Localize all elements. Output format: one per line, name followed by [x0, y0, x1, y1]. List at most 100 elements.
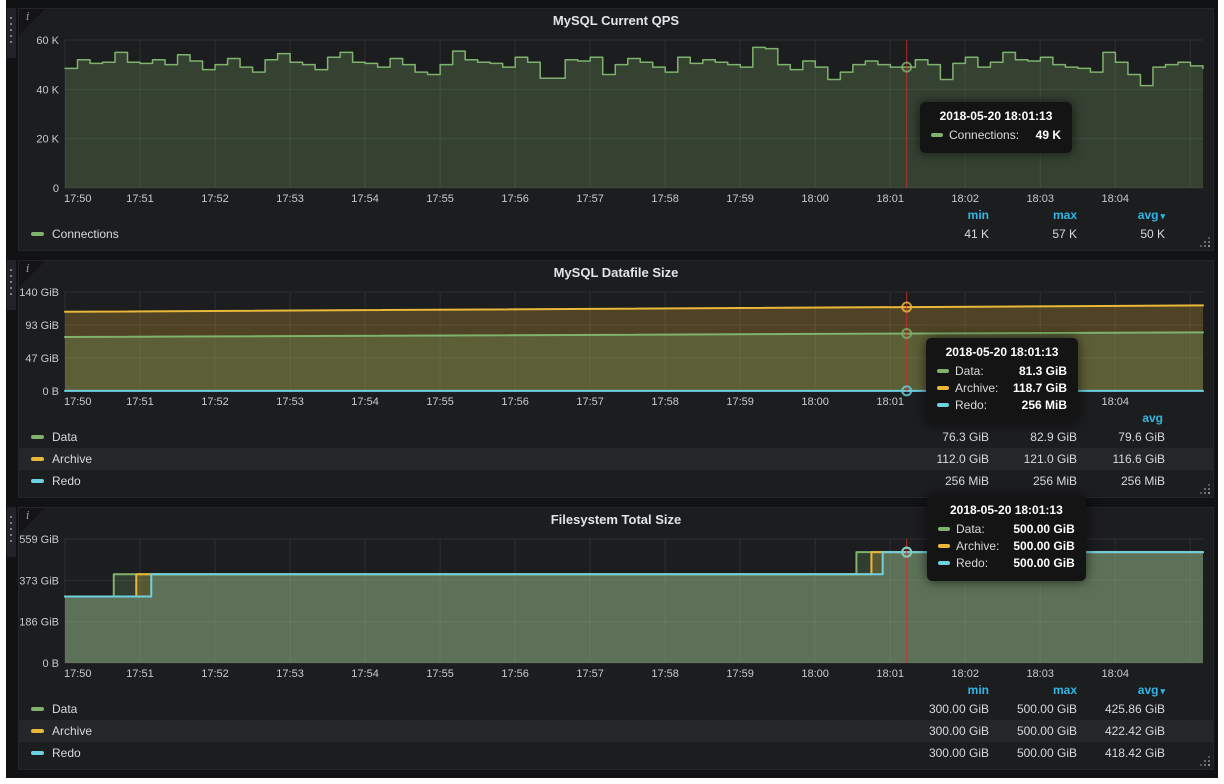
svg-text:17:55: 17:55 [426, 193, 454, 205]
svg-text:17:50: 17:50 [64, 193, 92, 205]
legend-row-data: Data 76.3 GiB 82.9 GiB 79.6 GiB [19, 426, 1213, 448]
tooltip-datafile: 2018-05-20 18:01:13 Data: 81.3 GiB Archi… [926, 338, 1078, 423]
tooltip-timestamp: 2018-05-20 18:01:13 [938, 503, 1075, 517]
series-toggle-archive[interactable]: Archive [31, 724, 92, 738]
panel-drag-handle-icon[interactable] [7, 507, 16, 557]
svg-text:17:57: 17:57 [576, 193, 604, 205]
svg-text:17:53: 17:53 [276, 193, 304, 205]
series-dash-icon [31, 232, 44, 236]
legend-header-avg[interactable]: avg [1077, 411, 1165, 425]
svg-text:186 GiB: 186 GiB [19, 617, 59, 629]
legend-row-redo: Redo 256 MiB 256 MiB 256 MiB [19, 470, 1213, 492]
svg-text:17:50: 17:50 [64, 668, 92, 680]
legend-header: min max avg▾ [19, 681, 1213, 698]
svg-text:17:59: 17:59 [726, 396, 754, 408]
svg-text:17:53: 17:53 [276, 668, 304, 680]
svg-text:373 GiB: 373 GiB [19, 575, 59, 587]
legend-max-value: 500.00 GiB [989, 724, 1077, 738]
legend-avg-value: 425.86 GiB [1077, 702, 1165, 716]
series-dash-icon [938, 561, 950, 565]
legend-row-archive: Archive 300.00 GiB 500.00 GiB 422.42 GiB [19, 720, 1213, 742]
legend-max-value: 121.0 GiB [989, 452, 1077, 466]
legend-max-value: 500.00 GiB [989, 746, 1077, 760]
series-dash-icon [938, 527, 950, 531]
svg-text:0 B: 0 B [42, 386, 59, 398]
svg-text:17:59: 17:59 [726, 668, 754, 680]
legend-min-value: 76.3 GiB [901, 430, 989, 444]
svg-text:17:57: 17:57 [576, 668, 604, 680]
legend-header-min[interactable]: min [901, 683, 989, 697]
svg-text:18:04: 18:04 [1101, 396, 1129, 408]
series-toggle-data[interactable]: Data [31, 430, 77, 444]
legend-header-min[interactable]: min [901, 208, 989, 222]
panel-resize-handle[interactable] [1199, 236, 1211, 248]
svg-text:17:58: 17:58 [651, 668, 679, 680]
legend-header-avg[interactable]: avg▾ [1077, 208, 1165, 222]
panel-title[interactable]: MySQL Datafile Size [19, 261, 1213, 284]
sort-caret-icon: ▾ [1160, 686, 1165, 696]
svg-text:20 K: 20 K [36, 134, 59, 146]
svg-text:18:04: 18:04 [1101, 668, 1129, 680]
series-toggle-archive[interactable]: Archive [31, 452, 92, 466]
info-icon: i [26, 262, 30, 275]
tooltip-timestamp: 2018-05-20 18:01:13 [937, 345, 1067, 359]
svg-text:17:56: 17:56 [501, 396, 529, 408]
qps-legend: min max avg▾ Connections 41 K 57 K 50 K [19, 206, 1213, 250]
svg-text:17:51: 17:51 [126, 396, 154, 408]
panel-resize-handle[interactable] [1199, 483, 1211, 495]
panel-gutter [6, 8, 18, 251]
series-toggle-connections[interactable]: Connections [31, 227, 119, 241]
legend-avg-value: 422.42 GiB [1077, 724, 1165, 738]
panel-title[interactable]: MySQL Current QPS [19, 9, 1213, 32]
legend-row-connections: Connections 41 K 57 K 50 K [19, 223, 1213, 245]
series-dash-icon [31, 457, 44, 461]
series-dash-icon [937, 403, 949, 407]
svg-text:17:54: 17:54 [351, 668, 379, 680]
svg-text:40 K: 40 K [36, 84, 59, 96]
series-name: Data [52, 702, 77, 716]
svg-text:17:54: 17:54 [351, 193, 379, 205]
legend-max-value: 500.00 GiB [989, 702, 1077, 716]
svg-text:18:02: 18:02 [951, 668, 979, 680]
svg-text:18:01: 18:01 [876, 396, 904, 408]
svg-text:140 GiB: 140 GiB [19, 287, 59, 299]
panel-gutter [6, 507, 18, 770]
svg-text:18:00: 18:00 [801, 396, 829, 408]
series-toggle-data[interactable]: Data [31, 702, 77, 716]
filesystem-legend: min max avg▾ Data 300.00 GiB 500.00 GiB … [19, 681, 1213, 769]
series-dash-icon [931, 133, 943, 137]
svg-text:0 B: 0 B [42, 658, 59, 670]
panel-resize-handle[interactable] [1199, 755, 1211, 767]
panel-drag-handle-icon[interactable] [7, 8, 16, 58]
svg-text:47 GiB: 47 GiB [25, 353, 59, 365]
legend-max-value: 256 MiB [989, 474, 1077, 488]
series-dash-icon [938, 544, 950, 548]
legend-avg-value: 418.42 GiB [1077, 746, 1165, 760]
series-name: Archive [52, 724, 92, 738]
series-dash-icon [937, 369, 949, 373]
series-dash-icon [31, 707, 44, 711]
svg-text:17:51: 17:51 [126, 668, 154, 680]
series-toggle-redo[interactable]: Redo [31, 746, 81, 760]
legend-header-avg[interactable]: avg▾ [1077, 683, 1165, 697]
series-dash-icon [937, 386, 949, 390]
series-dash-icon [31, 479, 44, 483]
svg-text:17:56: 17:56 [501, 668, 529, 680]
tooltip-row-redo: Redo: 256 MiB [937, 398, 1067, 412]
tooltip-row-data: Data: 81.3 GiB [937, 364, 1067, 378]
legend-header-max[interactable]: max [989, 208, 1077, 222]
series-dash-icon [31, 751, 44, 755]
panel-drag-handle-icon[interactable] [7, 260, 16, 310]
svg-text:18:03: 18:03 [1026, 668, 1054, 680]
tooltip-qps: 2018-05-20 18:01:13 Connections: 49 K [920, 102, 1072, 153]
series-name: Connections [52, 227, 119, 241]
series-name: Redo [52, 746, 81, 760]
series-name: Redo [52, 474, 81, 488]
svg-text:93 GiB: 93 GiB [25, 320, 59, 332]
svg-text:17:52: 17:52 [201, 396, 229, 408]
series-dash-icon [31, 435, 44, 439]
legend-max-value: 82.9 GiB [989, 430, 1077, 444]
svg-text:18:04: 18:04 [1101, 193, 1129, 205]
series-toggle-redo[interactable]: Redo [31, 474, 81, 488]
legend-header-max[interactable]: max [989, 683, 1077, 697]
